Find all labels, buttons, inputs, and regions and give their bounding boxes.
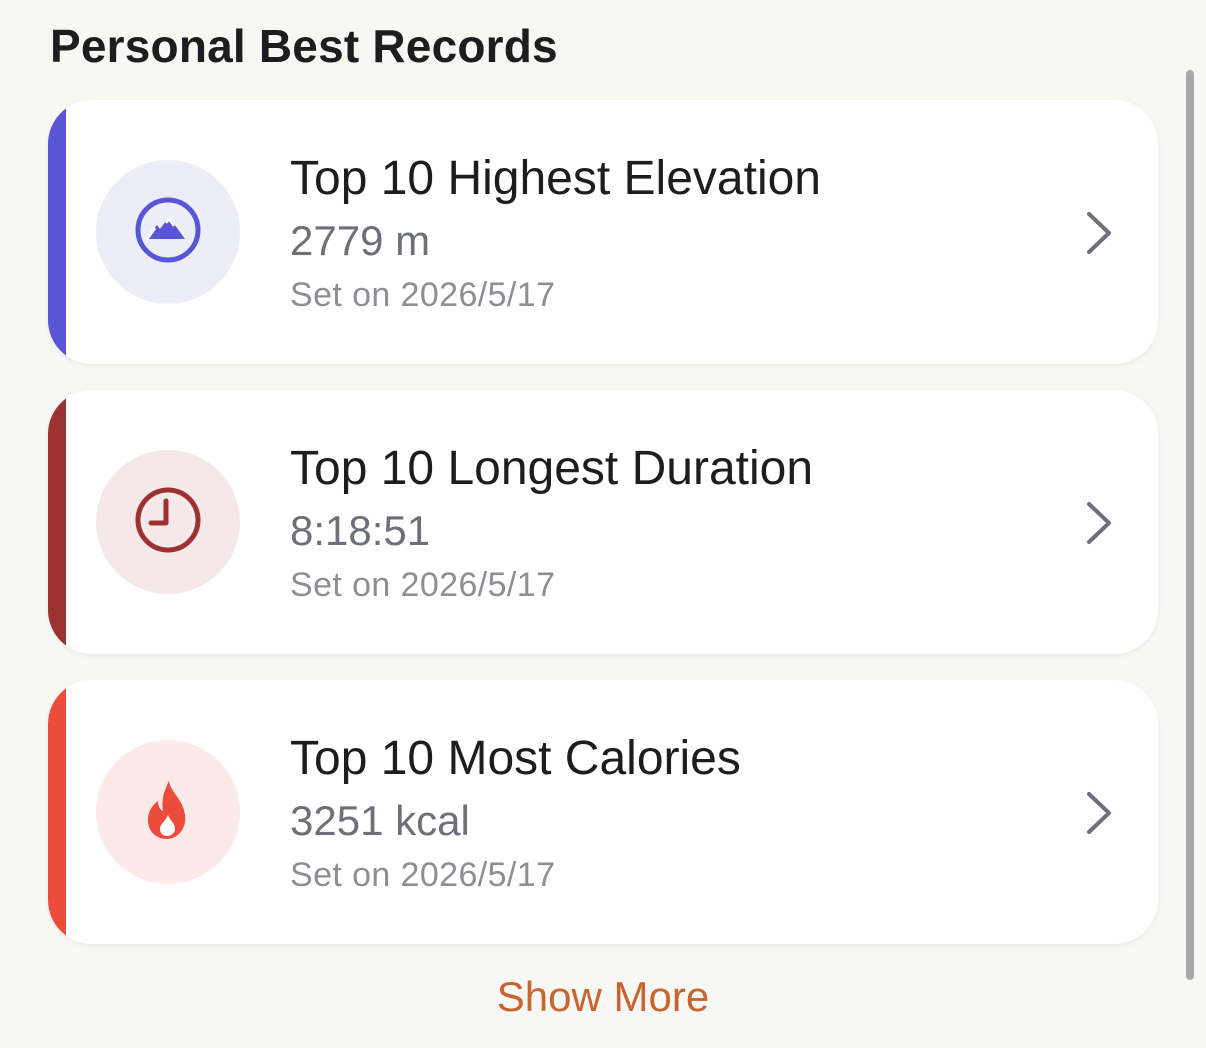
card-accent-bar (48, 680, 66, 944)
record-value: 2779 m (290, 217, 431, 264)
record-value: 8:18:51 (290, 507, 431, 554)
chevron-right-icon (1084, 500, 1114, 546)
record-value: 3251 kcal (290, 797, 470, 844)
record-card-duration[interactable]: Top 10 Longest Duration 8:18:51 Set on 2… (48, 390, 1158, 654)
chevron-right-icon (1084, 210, 1114, 256)
card-accent-bar (48, 100, 66, 364)
record-title: Top 10 Highest Elevation (290, 152, 821, 205)
flame-icon (133, 775, 203, 850)
mountain-icon (133, 195, 203, 270)
section-title: Personal Best Records (50, 20, 558, 72)
record-card-elevation[interactable]: Top 10 Highest Elevation 2779 m Set on 2… (48, 100, 1158, 364)
record-date: Set on 2026/5/17 (290, 856, 556, 894)
personal-best-page: Personal Best Records Top 10 Highest Ele… (0, 0, 1206, 1048)
icon-badge (96, 160, 240, 304)
show-more-button[interactable]: Show More (0, 968, 1206, 1026)
icon-badge (96, 740, 240, 884)
record-date: Set on 2026/5/17 (290, 276, 556, 314)
chevron-right-icon (1084, 790, 1114, 836)
clock-icon (133, 485, 203, 560)
scrollbar[interactable] (1186, 70, 1194, 980)
records-list: Top 10 Highest Elevation 2779 m Set on 2… (48, 100, 1158, 970)
card-accent-bar (48, 390, 66, 654)
icon-badge (96, 450, 240, 594)
record-title: Top 10 Most Calories (290, 732, 741, 785)
record-card-calories[interactable]: Top 10 Most Calories 3251 kcal Set on 20… (48, 680, 1158, 944)
record-date: Set on 2026/5/17 (290, 566, 556, 604)
record-title: Top 10 Longest Duration (290, 442, 814, 495)
